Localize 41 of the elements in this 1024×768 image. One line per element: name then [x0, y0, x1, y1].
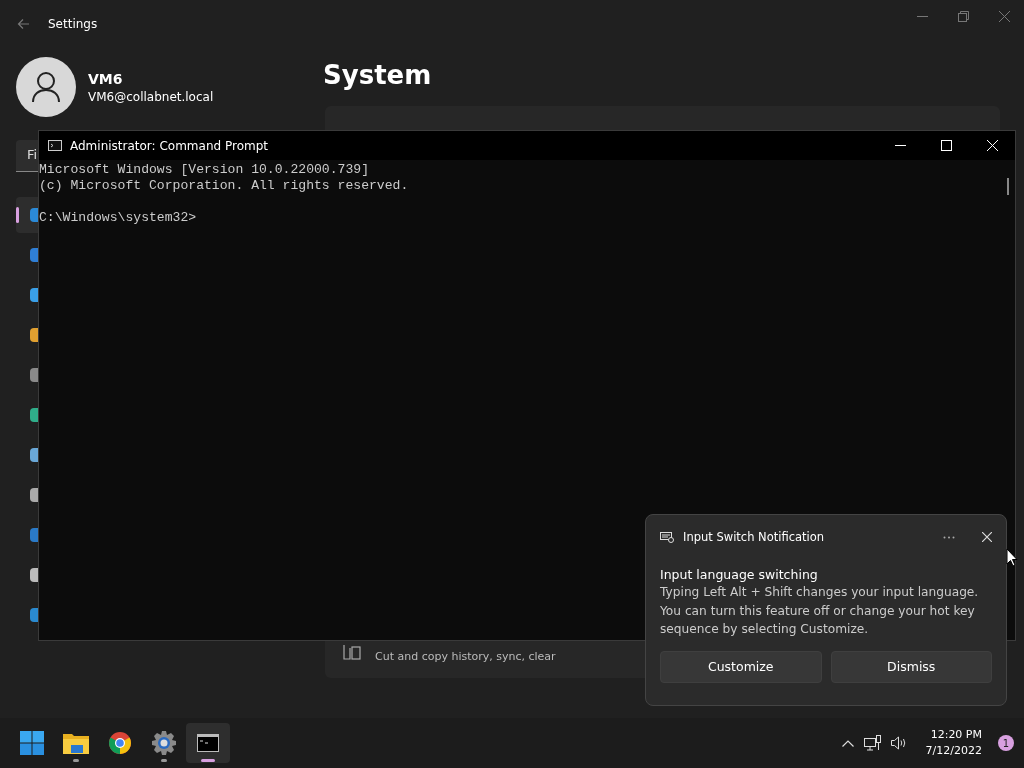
terminal-icon — [48, 140, 62, 151]
folder-icon — [63, 732, 89, 754]
notification-button[interactable]: Dismiss — [830, 650, 992, 683]
search-field[interactable]: Fi — [16, 140, 38, 172]
user-name: VM6 — [88, 70, 124, 87]
keyboard-icon — [660, 531, 674, 543]
clock-time: 12:20 PM — [930, 727, 982, 743]
windows-logo-icon — [20, 731, 44, 755]
network-icon[interactable] — [863, 735, 881, 751]
selection-indicator — [16, 207, 19, 223]
notification-title: Input language switching — [660, 567, 819, 582]
console-line: (c) Microsoft Corporation. All rights reserved. — [39, 178, 409, 194]
window-title: Settings — [48, 17, 98, 31]
back-arrow-icon[interactable] — [17, 18, 30, 30]
clipboard-icon — [343, 644, 361, 660]
person-icon — [31, 71, 61, 103]
more-icon[interactable] — [943, 535, 955, 539]
app-name: Input Switch Notification — [683, 530, 825, 544]
notification-body: Typing Left Alt + Shift changes your input language. You can turn this feature off or change your hot key sequence by selecting Customize. — [660, 584, 980, 638]
clock-date: 7/12/2022 — [925, 743, 982, 759]
taskbar-button[interactable] — [186, 723, 230, 763]
running-indicator — [201, 759, 215, 762]
console-line: C:\Windows\system32> — [39, 210, 197, 226]
console-line: Microsoft Windows [Version 10.0.22000.739] — [39, 162, 370, 178]
row-description: Cut and copy history, sync, clear — [375, 649, 556, 663]
browser-icon — [109, 732, 131, 754]
page-title: System — [323, 60, 432, 90]
user-email: VM6@collabnet.local — [88, 89, 214, 104]
running-indicator — [73, 759, 79, 762]
scrollbar-thumb[interactable] — [1007, 178, 1009, 195]
sidebar-item[interactable] — [16, 197, 38, 233]
notification-badge[interactable]: 1 — [998, 735, 1014, 751]
window-title: Administrator: Command Prompt — [70, 138, 268, 153]
chevron-up-icon[interactable] — [841, 739, 854, 747]
terminal-icon — [197, 734, 219, 752]
notification-button[interactable]: Customize — [660, 650, 822, 683]
speaker-icon[interactable] — [890, 736, 908, 750]
gear-icon — [152, 731, 176, 755]
running-indicator — [161, 759, 167, 762]
restore-icon[interactable] — [958, 10, 969, 22]
maximize-icon[interactable] — [941, 140, 952, 151]
